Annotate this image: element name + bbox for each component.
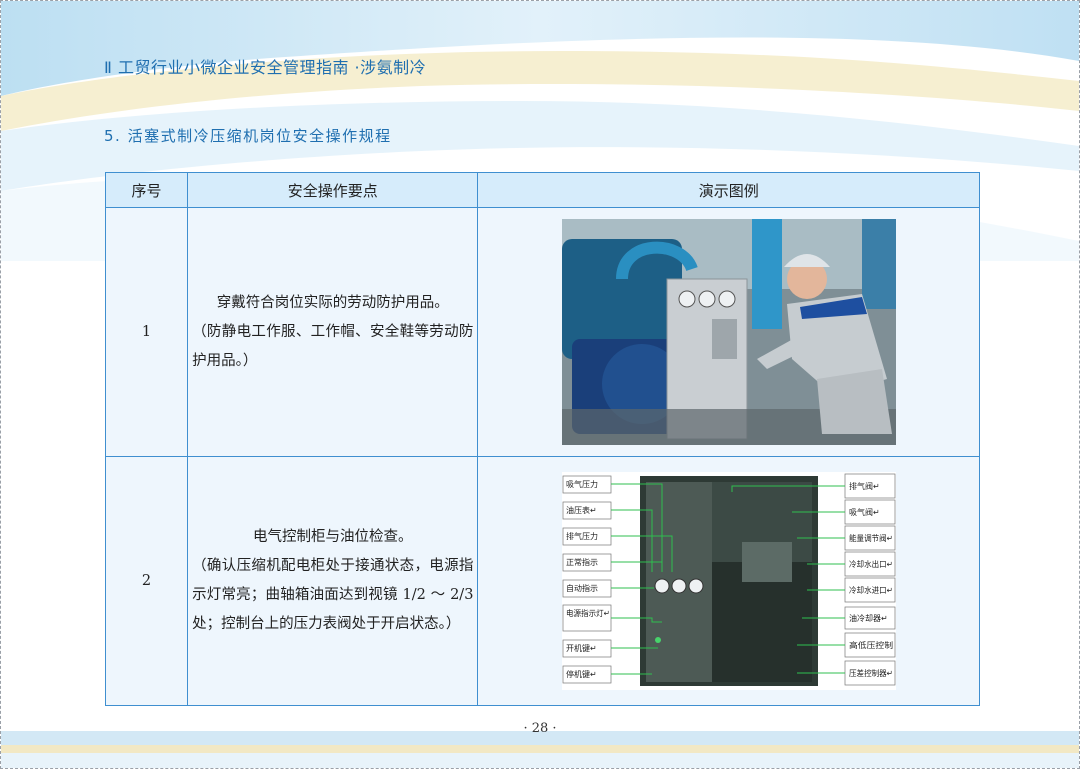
label-differential-pressure-controller: 压差控制器↵ <box>849 668 893 678</box>
footer-wave-decoration <box>1 731 1079 768</box>
label-oil-pressure-gauge: 油压表↵ <box>566 505 597 515</box>
label-suction-valve: 吸气阀↵ <box>849 507 880 517</box>
key-point-cell: 穿戴符合岗位实际的劳动防护用品。 （防静电工作服、工作帽、安全鞋等劳动防护用品。… <box>187 207 479 457</box>
label-discharge-pressure: 排气压力 <box>566 531 598 541</box>
running-header: Ⅱ 工贸行业小微企业安全管理指南 ·涉氨制冷 <box>104 58 427 77</box>
label-stop-key: 停机键↵ <box>566 669 597 679</box>
label-normal-indicator: 正常指示 <box>566 557 598 567</box>
header-key-points: 安全操作要点 <box>187 172 479 208</box>
illustration-cell <box>477 207 980 457</box>
header-illustration: 演示图例 <box>477 172 980 208</box>
label-start-key: 开机键↵ <box>566 643 597 653</box>
key-point-note: （防静电工作服、工作帽、安全鞋等劳动防护用品。） <box>192 323 474 369</box>
table-row: 2 电气控制柜与油位检查。 （确认压缩机配电柜处于接通状态，电源指示灯常亮；曲轴… <box>104 456 980 706</box>
label-oil-cooler: 油冷却器↵ <box>849 613 888 623</box>
right-callout-labels <box>844 473 896 686</box>
label-capacity-control-valve: 能量调节阀↵ <box>849 533 893 543</box>
header-number: 序号 <box>104 172 189 208</box>
key-point-main: 穿戴符合岗位实际的劳动防护用品。 <box>216 294 449 311</box>
document-page: Ⅱ 工贸行业小微企业安全管理指南 ·涉氨制冷 5. 活塞式制冷压缩机岗位安全操作… <box>0 0 1080 769</box>
row-number: 2 <box>104 456 189 706</box>
key-point-note: （确认压缩机配电柜处于接通状态，电源指示灯常亮；曲轴箱油面达到视镜 1/2 ～ … <box>192 558 474 632</box>
label-suction-pressure: 吸气压力 <box>566 479 598 489</box>
label-auto-indicator: 自动指示 <box>566 583 598 593</box>
label-high-low-pressure-control: 高低压控制 <box>849 640 893 650</box>
worker-operating-panel-photo <box>561 219 896 445</box>
operation-table: 序号 安全操作要点 演示图例 1 穿戴符合岗位实际的劳动防护用品。 （防静电工作… <box>104 172 980 706</box>
key-point-main: 电气控制柜与油位检查。 <box>253 529 413 545</box>
compressor-annotated-diagram: 吸气压力 油压表↵ 排气压力 正常指示 自动指示 电源指示灯↵ 开机键↵ 停机键… <box>561 472 896 690</box>
key-point-cell: 电气控制柜与油位检查。 （确认压缩机配电柜处于接通状态，电源指示灯常亮；曲轴箱油… <box>187 456 479 706</box>
label-power-indicator: 电源指示灯↵ <box>566 608 610 618</box>
label-cooling-water-outlet: 冷却水出口↵ <box>849 559 893 569</box>
label-cooling-water-inlet: 冷却水进口↵ <box>849 585 893 595</box>
table-row: 1 穿戴符合岗位实际的劳动防护用品。 （防静电工作服、工作帽、安全鞋等劳动防护用… <box>104 207 980 457</box>
illustration-cell: 吸气压力 油压表↵ 排气压力 正常指示 自动指示 电源指示灯↵ 开机键↵ 停机键… <box>477 456 980 706</box>
label-discharge-valve: 排气阀↵ <box>849 481 880 491</box>
row-number: 1 <box>104 207 189 457</box>
page-number: · 28 · <box>523 721 557 736</box>
table-header-row: 序号 安全操作要点 演示图例 <box>104 172 980 208</box>
section-heading: 5. 活塞式制冷压缩机岗位安全操作规程 <box>104 127 392 145</box>
